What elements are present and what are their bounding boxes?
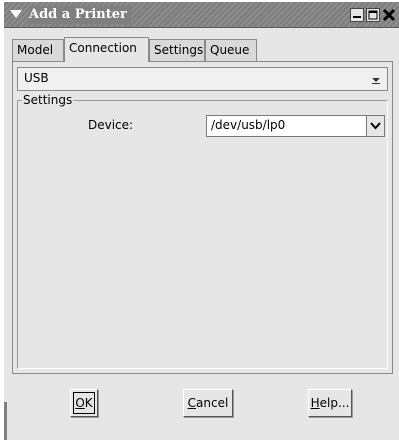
device-label: Device: <box>88 118 134 132</box>
connection-type-value: USB <box>24 71 49 85</box>
chevron-down-icon <box>371 74 381 84</box>
window-edge <box>4 402 7 440</box>
device-dropdown-button[interactable] <box>366 116 384 136</box>
tab-queue[interactable]: Queue <box>205 39 257 61</box>
settings-group-label: Settings <box>22 93 74 107</box>
ok-button[interactable]: OK <box>70 389 98 417</box>
maximize-button[interactable] <box>366 8 380 22</box>
help-mnemonic: H <box>310 396 320 410</box>
device-value: /dev/usb/lp0 <box>211 118 286 132</box>
chevron-down-icon[interactable] <box>8 6 24 22</box>
connection-type-select[interactable]: USB <box>17 67 388 91</box>
connection-panel: USB Settings Device: /dev/usb/lp0 <box>12 61 393 374</box>
maximize-icon <box>368 10 378 20</box>
close-icon <box>382 8 396 22</box>
add-printer-dialog: Add a Printer Model Connection Settings … <box>4 2 399 440</box>
settings-group: Settings Device: /dev/usb/lp0 <box>17 93 388 369</box>
cancel-button[interactable]: Cancel <box>183 389 233 417</box>
window-title: Add a Printer <box>29 6 131 24</box>
help-label-rest: elp... <box>319 396 350 410</box>
close-button[interactable] <box>382 8 396 22</box>
help-button[interactable]: Help... <box>308 389 352 417</box>
ok-label-rest: K <box>84 396 93 410</box>
tab-settings[interactable]: Settings <box>149 39 205 61</box>
minimize-icon <box>353 16 361 18</box>
ok-mnemonic: O <box>75 396 85 410</box>
tab-model[interactable]: Model <box>12 39 64 61</box>
title-bar[interactable]: Add a Printer <box>4 2 399 28</box>
chevron-down-icon <box>370 122 381 130</box>
tab-connection[interactable]: Connection <box>64 37 149 62</box>
minimize-button[interactable] <box>350 8 364 22</box>
cancel-mnemonic: C <box>187 396 197 410</box>
device-combo[interactable]: /dev/usb/lp0 <box>206 115 385 137</box>
cancel-label-rest: ancel <box>196 396 229 410</box>
